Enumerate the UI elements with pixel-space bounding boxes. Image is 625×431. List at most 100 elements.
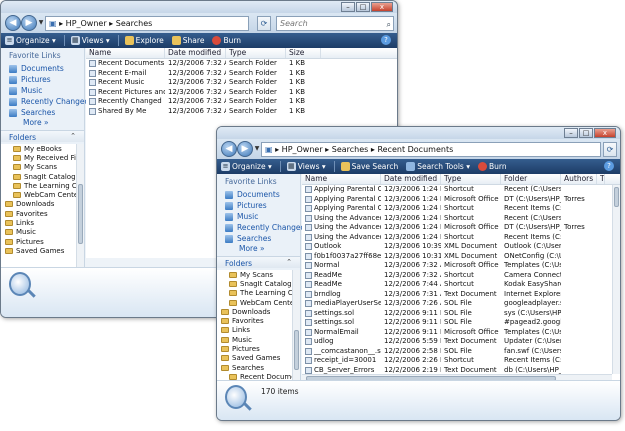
breadcrumb-hp-owner[interactable]: HP_Owner	[66, 19, 107, 28]
organize-button[interactable]: ≡ Organize ▾	[221, 162, 272, 171]
file-list-vertical-scrollbar[interactable]	[612, 185, 620, 374]
back-button[interactable]: ◀	[5, 15, 21, 31]
maximize-button[interactable]: □	[579, 128, 593, 138]
tree-item[interactable]: The Learning Co	[217, 289, 300, 298]
views-button[interactable]: ▦ Views ▾	[70, 36, 110, 45]
favorite-searches[interactable]: Searches	[1, 107, 84, 118]
file-row[interactable]: Applying Parental Co...12/3/2006 1:24 PM…	[302, 185, 620, 195]
tree-item[interactable]: My Received File	[1, 153, 84, 162]
minimize-button[interactable]: –	[564, 128, 578, 138]
file-row[interactable]: ReadMe 12/2/2006 7:44 AMShortcut Kodak Eas…	[302, 280, 620, 290]
tree-item[interactable]: Favorites	[1, 209, 84, 218]
burn-button[interactable]: Burn	[212, 36, 241, 45]
file-row[interactable]: brndlog 12/3/2006 7:31 AMText Document Int…	[302, 290, 620, 300]
file-row[interactable]: Using the Advanced Fi...12/3/2006 1:24 P…	[302, 233, 620, 243]
column-size[interactable]: Size	[286, 48, 321, 58]
breadcrumb-searches[interactable]: Searches	[116, 19, 153, 28]
column-tags[interactable]: T	[597, 174, 605, 184]
tree-item[interactable]: My eBooks	[1, 144, 84, 153]
tree-item[interactable]: Downloads	[217, 307, 300, 316]
tree-item[interactable]: WebCam Center	[217, 298, 300, 307]
more-links[interactable]: More »	[217, 244, 300, 256]
tree-item[interactable]: Searches	[217, 363, 300, 372]
file-row[interactable]: Recent Music 12/3/2006 7:32 AMSearch Fold…	[86, 78, 397, 88]
recent-pages-dropdown[interactable]: ▼	[253, 145, 261, 153]
tree-item[interactable]: Saved Games	[1, 246, 84, 255]
breadcrumb-hp-owner[interactable]: HP_Owner	[282, 145, 323, 154]
column-folder[interactable]: Folder	[501, 174, 561, 184]
title-bar[interactable]: – □ x	[217, 127, 620, 139]
tree-item[interactable]: WebCam Center	[1, 190, 84, 199]
tree-item[interactable]: Saved Games	[217, 354, 300, 363]
file-row[interactable]: Normal 12/3/2006 7:32 AMMicrosoft Office …	[302, 261, 620, 271]
favorite-pictures[interactable]: Pictures	[217, 200, 300, 211]
favorite-documents[interactable]: Documents	[217, 189, 300, 200]
favorite-documents[interactable]: Documents	[1, 63, 84, 74]
burn-button[interactable]: Burn	[478, 162, 507, 171]
file-row[interactable]: Recent Pictures and Vi...12/3/2006 7:32 …	[86, 88, 397, 98]
forward-button[interactable]: ▶	[237, 141, 253, 157]
folders-header[interactable]: Folders ⌃	[217, 256, 300, 268]
maximize-button[interactable]: □	[356, 2, 370, 12]
favorite-music[interactable]: Music	[1, 85, 84, 96]
column-type[interactable]: Type	[226, 48, 286, 58]
tree-item[interactable]: Music	[1, 228, 84, 237]
help-icon[interactable]: ?	[381, 35, 391, 45]
more-links[interactable]: More »	[1, 118, 84, 130]
file-row[interactable]: Using the Advanced Fi...12/3/2006 1:24 P…	[302, 223, 620, 233]
file-row[interactable]: Applying Parental Co...12/3/2006 1:24 PM…	[302, 195, 620, 205]
tree-item[interactable]: Links	[217, 326, 300, 335]
tree-item[interactable]: SnagIt Catalog	[1, 172, 84, 181]
tree-item[interactable]: Pictures	[217, 344, 300, 353]
views-button[interactable]: ▦ Views ▾	[286, 162, 326, 171]
file-row[interactable]: NormalEmail 12/2/2006 9:11 PMMicrosoft Of…	[302, 328, 620, 338]
column-name[interactable]: Name	[302, 174, 381, 184]
explore-button[interactable]: Explore	[124, 36, 164, 45]
tree-item[interactable]: Downloads	[1, 200, 84, 209]
refresh-button[interactable]: ⟳	[257, 16, 271, 31]
folders-header[interactable]: Folders ⌃	[1, 130, 84, 142]
search-icon[interactable]: ⌕	[387, 18, 391, 31]
title-bar[interactable]: – □ x	[1, 1, 397, 13]
column-type[interactable]: Type	[441, 174, 501, 184]
save-search-button[interactable]: Save Search	[340, 162, 398, 171]
favorite-music[interactable]: Music	[217, 211, 300, 222]
file-row[interactable]: settings.sol 12/2/2006 9:11 PMSOL File #pa…	[302, 318, 620, 328]
breadcrumb-recent-documents[interactable]: Recent Documents	[377, 145, 453, 154]
file-row[interactable]: receipt_id=30001 12/2/2006 2:26 PMShortcu…	[302, 356, 620, 366]
file-row[interactable]: f0b1f0037a27ff68e72...12/3/2006 10:31 AM…	[302, 252, 620, 262]
column-name[interactable]: Name	[86, 48, 165, 58]
tree-item[interactable]: My Scans	[217, 270, 300, 279]
file-row[interactable]: Outlook 12/3/2006 10:39 AMXML Document Out…	[302, 242, 620, 252]
tree-item[interactable]: Pictures	[1, 237, 84, 246]
tree-item[interactable]: My Scans	[1, 163, 84, 172]
column-date-modified[interactable]: Date modified	[381, 174, 441, 184]
search-tools-button[interactable]: Search Tools ▾	[406, 162, 470, 171]
favorite-recently-changed[interactable]: Recently Changed	[217, 222, 305, 233]
search-input[interactable]: Search ⌕	[276, 16, 394, 31]
forward-button[interactable]: ▶	[21, 15, 37, 31]
share-button[interactable]: Share	[171, 36, 204, 45]
favorite-recently-changed[interactable]: Recently Changed	[1, 96, 89, 107]
file-row[interactable]: ReadMe 12/3/2006 7:32 AMShortcut Camera Co…	[302, 271, 620, 281]
file-row[interactable]: Using the Advanced Fi...12/3/2006 1:24 P…	[302, 214, 620, 224]
file-row[interactable]: udlog 12/2/2006 5:59 PMText Document Updat…	[302, 337, 620, 347]
file-row[interactable]: Recent E-mail 12/3/2006 7:32 AMSearch Fol…	[86, 69, 397, 79]
address-bar[interactable]: ▣ ▸ HP_Owner ▸ Searches ▸ Recent Documen…	[261, 142, 601, 157]
back-button[interactable]: ◀	[221, 141, 237, 157]
file-row[interactable]: mediaPlayerUserSettin...12/3/2006 7:26 A…	[302, 299, 620, 309]
close-button[interactable]: x	[594, 128, 616, 138]
tree-item[interactable]: Links	[1, 218, 84, 227]
favorite-searches[interactable]: Searches	[217, 233, 300, 244]
file-row[interactable]: settings.sol 12/2/2006 9:11 PMSOL File sys…	[302, 309, 620, 319]
recent-pages-dropdown[interactable]: ▼	[37, 19, 45, 27]
tree-item[interactable]: The Learning Co	[1, 181, 84, 190]
organize-button[interactable]: ≡ Organize ▾	[5, 36, 56, 45]
folder-tree-scrollbar[interactable]	[76, 144, 84, 269]
breadcrumb-searches[interactable]: Searches	[332, 145, 369, 154]
address-bar[interactable]: ▣ ▸ HP_Owner ▸ Searches	[45, 16, 249, 31]
column-authors[interactable]: Authors	[561, 174, 597, 184]
file-row[interactable]: Recent Documents12/3/2006 7:32 AMSearch …	[86, 59, 397, 69]
tree-item[interactable]: Favorites	[217, 316, 300, 325]
tree-item[interactable]: SnagIt Catalog	[217, 279, 300, 288]
